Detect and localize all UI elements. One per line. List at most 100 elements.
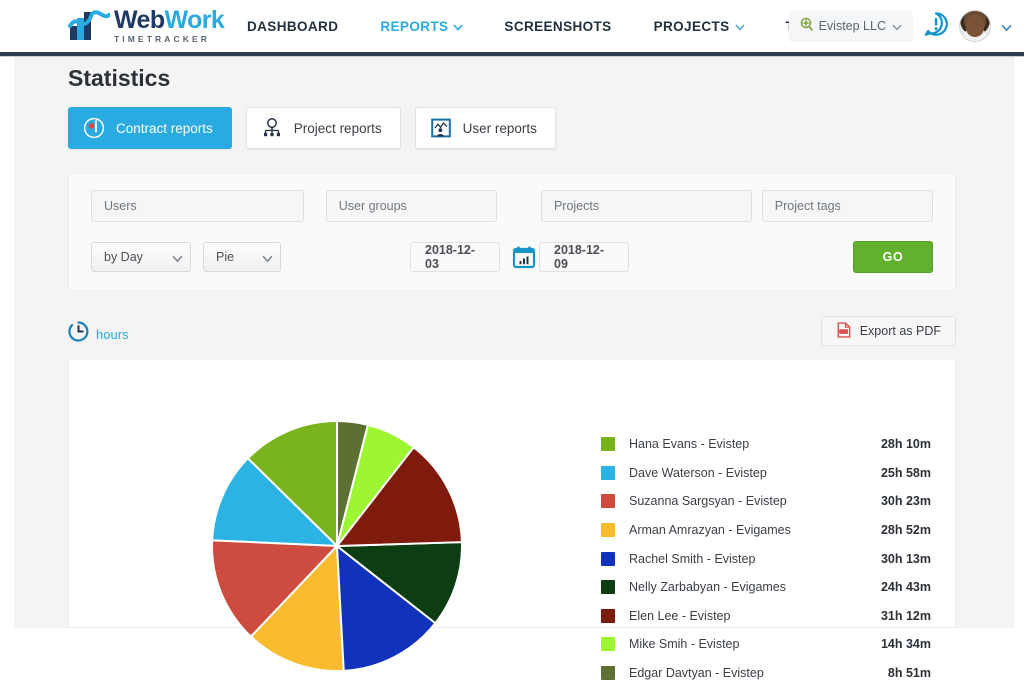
page-title: Statistics <box>68 65 171 91</box>
tab-label: Project reports <box>293 120 382 136</box>
legend-item-value: 28h 52m <box>880 523 931 538</box>
legend-row[interactable]: Edgar Davtyan - Evistep 8h 51m <box>601 659 931 687</box>
legend-item-value: 28h 10m <box>880 437 931 452</box>
legend-item-label: Hana Evans - Evistep <box>629 437 750 452</box>
legend-item-label: Dave Waterson - Evistep <box>629 465 767 480</box>
pdf-file-icon <box>836 321 852 341</box>
tab-contract-reports[interactable]: Contract reports <box>68 107 232 149</box>
brand-tagline: TIMETRACKER <box>114 34 210 44</box>
chart-legend: Hana Evans - Evistep 28h 10m Dave Waterson… <box>601 430 931 687</box>
nav-label: PROJECTS <box>653 18 730 34</box>
group-by-select[interactable]: by Day <box>91 242 191 272</box>
projects-input[interactable]: Projects <box>540 190 752 222</box>
chart-type-value: Pie <box>216 250 235 264</box>
legend-row[interactable]: Hana Evans - Evistep 28h 10m <box>601 430 931 459</box>
export-pdf-button[interactable]: Export as PDF <box>820 316 956 346</box>
legend-item-value: 31h 12m <box>880 608 931 623</box>
go-button[interactable]: GO <box>853 241 933 273</box>
company-switcher[interactable]: Evistep LLC <box>788 10 913 42</box>
legend-color-swatch <box>601 494 615 509</box>
nav-item-reports[interactable]: REPORTS <box>359 19 483 34</box>
company-name: Evistep LLC <box>818 19 886 33</box>
chevron-down-icon <box>734 22 745 31</box>
nav-item-screenshots[interactable]: SCREENSHOTS <box>483 19 632 34</box>
contract-report-icon <box>83 117 105 139</box>
legend-color-swatch <box>601 523 615 538</box>
page-content: Statistics Contract reports Project repo… <box>0 57 1024 681</box>
legend-row[interactable]: Suzanna Sargsyan - Evistep 30h 23m <box>601 487 931 516</box>
legend-item-label: Suzanna Sargsyan - Evistep <box>629 494 787 509</box>
legend-color-swatch <box>601 637 615 652</box>
chart-toolbar: hours Export as PDF <box>68 315 956 359</box>
calendar-icon[interactable] <box>512 245 536 274</box>
tab-label: Contract reports <box>116 120 213 136</box>
clock-icon <box>68 321 89 347</box>
legend-row[interactable]: Dave Waterson - Evistep 25h 58m <box>601 459 931 488</box>
filter-panel: Users User groups Projects Project tags … <box>68 173 956 291</box>
legend-color-swatch <box>601 437 615 452</box>
main-nav: DASHBOARD REPORTS SCREENSHOTS PROJECTS T… <box>226 0 860 52</box>
chevron-down-icon <box>892 22 902 31</box>
legend-row[interactable]: Mike Smih - Evistep 14h 34m <box>601 630 931 659</box>
pie-chart-svg[interactable] <box>209 418 465 674</box>
legend-color-swatch <box>601 551 615 566</box>
hours-label: hours <box>96 326 129 342</box>
page-gutter-right <box>1014 57 1024 628</box>
project-report-icon <box>261 117 283 139</box>
legend-row[interactable]: Elen Lee - Evistep 31h 12m <box>601 602 931 631</box>
legend-color-swatch <box>601 608 615 623</box>
nav-item-dashboard[interactable]: DASHBOARD <box>226 19 359 34</box>
nav-item-projects[interactable]: PROJECTS <box>633 19 765 34</box>
brand-logo[interactable]: WebWork TIMETRACKER <box>68 6 225 44</box>
users-input[interactable]: Users <box>91 190 304 222</box>
project-tags-input[interactable]: Project tags <box>761 190 933 222</box>
hours-metric-tag: hours <box>68 321 129 347</box>
legend-item-label: Rachel Smith - Evistep <box>629 551 756 566</box>
group-by-value: by Day <box>104 250 143 264</box>
legend-item-label: Nelly Zarbabyan - Evigames <box>629 580 787 595</box>
legend-item-label: Elen Lee - Evistep <box>629 608 731 623</box>
legend-item-value: 25h 58m <box>880 465 931 480</box>
legend-item-value: 14h 34m <box>880 637 931 652</box>
legend-color-swatch <box>601 580 615 595</box>
legend-item-value: 30h 23m <box>880 494 931 509</box>
legend-row[interactable]: Arman Amrazyan - Evigames 28h 52m <box>601 516 931 545</box>
chevron-down-icon <box>172 253 183 262</box>
date-from-input[interactable]: 2018-12-03 <box>410 242 500 272</box>
chevron-down-icon[interactable] <box>1001 22 1012 31</box>
nav-label: REPORTS <box>380 18 449 34</box>
top-navigation-bar: WebWork TIMETRACKER DASHBOARD REPORTS SC… <box>0 0 1024 52</box>
brand-name: WebWork <box>114 6 225 34</box>
legend-item-label: Mike Smih - Evistep <box>629 637 740 652</box>
legend-item-label: Arman Amrazyan - Evigames <box>629 523 791 538</box>
legend-item-value: 30h 13m <box>880 551 931 566</box>
legend-item-value: 8h 51m <box>887 666 931 681</box>
pie-chart[interactable] <box>209 418 465 674</box>
page-gutter-left <box>0 57 14 628</box>
legend-item-value: 24h 43m <box>880 580 931 595</box>
tab-label: User reports <box>462 120 537 136</box>
export-label: Export as PDF <box>859 324 941 338</box>
user-groups-input[interactable]: User groups <box>325 190 497 222</box>
legend-item-label: Edgar Davtyan - Evistep <box>629 666 764 681</box>
legend-row[interactable]: Nelly Zarbabyan - Evigames 24h 43m <box>601 573 931 602</box>
chart-card: Hana Evans - Evistep 28h 10m Dave Waterson… <box>68 360 956 681</box>
legend-color-swatch <box>601 465 615 480</box>
avatar[interactable] <box>959 10 991 42</box>
nav-label: SCREENSHOTS <box>504 18 612 34</box>
user-report-icon <box>430 117 452 139</box>
filter-row-top: Users User groups Projects Project tags <box>91 190 933 222</box>
chevron-down-icon <box>453 22 464 31</box>
legend-color-swatch <box>601 666 615 681</box>
report-type-tabs: Contract reports Project reports User re… <box>68 107 556 149</box>
chevron-down-icon <box>262 253 273 262</box>
date-to-input[interactable]: 2018-12-09 <box>539 242 629 272</box>
alert-exclamation-icon[interactable] <box>923 11 949 42</box>
tab-user-reports[interactable]: User reports <box>414 107 556 149</box>
chart-type-select[interactable]: Pie <box>203 242 281 272</box>
filter-row-bottom: by Day Pie 2018-12-03 2018-12-09 GO <box>91 241 933 274</box>
tab-project-reports[interactable]: Project reports <box>245 107 401 149</box>
company-globe-icon <box>799 17 813 36</box>
legend-row[interactable]: Rachel Smith - Evistep 30h 13m <box>601 544 931 573</box>
header-right-cluster: Evistep LLC <box>788 0 1012 52</box>
